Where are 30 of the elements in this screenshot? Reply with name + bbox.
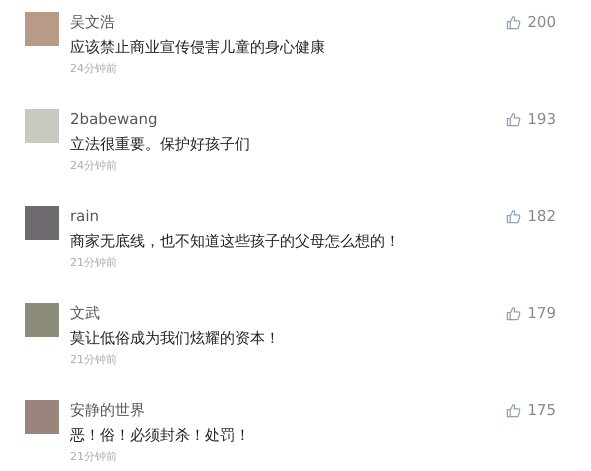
avatar-picture: [25, 400, 59, 434]
comment-text: 莫让低俗成为我们炫耀的资本！: [70, 328, 281, 349]
comment-time: 24分钟前: [70, 61, 118, 77]
thumbs-up-icon: [506, 14, 522, 30]
avatar-picture: [25, 303, 59, 337]
comment-text: 立法很重要。保护好孩子们: [70, 134, 251, 155]
user-name[interactable]: 2babewang: [70, 109, 506, 129]
like-button[interactable]: 200: [506, 12, 556, 32]
user-name[interactable]: 安静的世界: [70, 400, 506, 420]
avatar-picture: [25, 12, 59, 46]
comment-time: 21分钟前: [70, 255, 118, 271]
like-button[interactable]: 182: [506, 206, 556, 226]
avatar-picture: [25, 206, 59, 240]
like-button[interactable]: 179: [506, 303, 556, 323]
comment-time: 21分钟前: [70, 352, 118, 368]
user-name[interactable]: 文武: [70, 303, 506, 323]
thumbs-up-icon: [506, 402, 522, 418]
user-name[interactable]: 吴文浩: [70, 12, 506, 32]
like-button[interactable]: 175: [506, 400, 556, 420]
thumbs-up-icon: [506, 306, 522, 320]
comment-text: 应该禁止商业宣传侵害儿童的身心健康: [70, 37, 326, 58]
like-button[interactable]: 193: [506, 109, 556, 129]
comment-time: 21分钟前: [70, 449, 118, 465]
avatar-picture: [25, 109, 59, 143]
thumbs-up-icon: [506, 112, 522, 126]
thumbs-up-icon: [506, 208, 522, 224]
comment-text: 恶！俗！必须封杀！处罚！: [70, 425, 251, 446]
user-name[interactable]: rain: [70, 206, 506, 226]
comment-text: 商家无底线，也不知道这些孩子的父母怎么想的！: [70, 231, 401, 252]
comment-time: 24分钟前: [70, 158, 118, 174]
